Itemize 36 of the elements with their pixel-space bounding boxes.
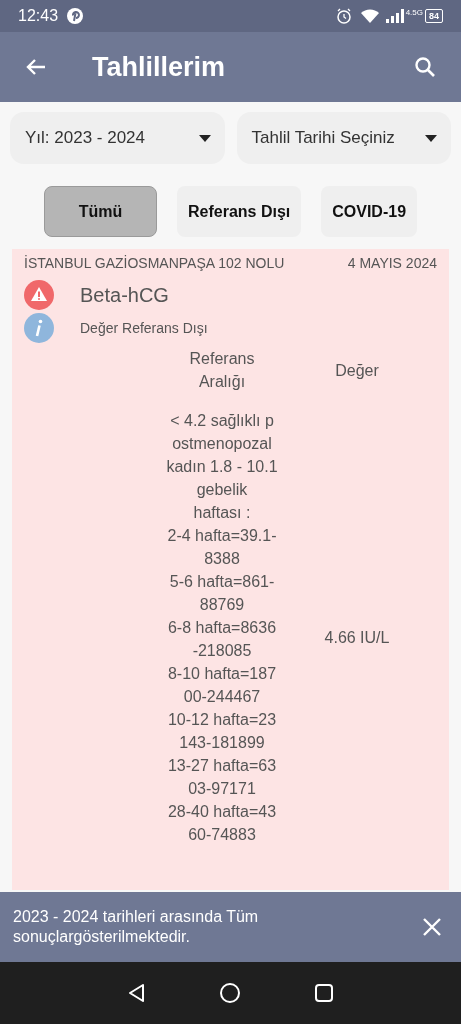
reference-range: haftası : bbox=[193, 503, 251, 523]
reference-range: ostmenopozal bbox=[172, 434, 272, 454]
reference-range: 00-244467 bbox=[183, 687, 261, 707]
reference-range: 8-10 hafta=187 bbox=[167, 664, 277, 684]
reference-range: 28-40 hafta=43 bbox=[167, 802, 277, 822]
reference-range: 8388 bbox=[204, 549, 240, 569]
reference-range: kadın 1.8 - 10.1 bbox=[166, 457, 278, 477]
result-note: Değer Referans Dışı bbox=[80, 318, 208, 338]
filter-tab[interactable]: Referans Dışı bbox=[176, 186, 302, 237]
battery-level: 84 bbox=[425, 9, 443, 23]
reference-range: 88769 bbox=[199, 595, 245, 615]
column-header: Referans Aralığı bbox=[188, 349, 256, 392]
test-name: Beta-hCG bbox=[80, 283, 169, 308]
reference-range: < 4.2 sağlıklı p bbox=[170, 411, 274, 431]
dropdown[interactable]: Yıl: 2023 - 2024 bbox=[10, 112, 225, 164]
reference-range: 6-8 hafta=8636 bbox=[167, 618, 277, 638]
lab-name: İSTANBUL GAZİOSMANPAŞA 102 NOLU bbox=[24, 254, 285, 273]
result-value: 4.66 IU/L bbox=[324, 628, 390, 648]
page-title: Tahlillerim bbox=[92, 50, 227, 84]
network-type: 4.5G bbox=[405, 7, 423, 19]
column-header: Değer bbox=[335, 361, 379, 381]
reference-range: 10-12 hafta=23 bbox=[167, 710, 277, 730]
reference-range: 5-6 hafta=861- bbox=[169, 572, 275, 592]
reference-range: 2-4 hafta=39.1- bbox=[167, 526, 277, 546]
status-time: 12:43 bbox=[18, 6, 59, 26]
reference-range: 143-181899 bbox=[179, 733, 265, 753]
filter-tab[interactable]: Tümü bbox=[43, 186, 157, 237]
reference-range: 13-27 hafta=63 bbox=[167, 756, 277, 776]
reference-range: 03-97171 bbox=[188, 779, 256, 799]
snackbar-message: 2023 - 2024 tarihleri arasında Tüm sonuçlargösterilmektedir. bbox=[13, 907, 260, 947]
result-date: 4 MAYIS 2024 bbox=[347, 254, 437, 273]
reference-range: 60-74883 bbox=[188, 825, 256, 845]
dropdown[interactable]: Tahlil Tarihi Seçiniz bbox=[236, 112, 451, 164]
filter-tab[interactable]: COVID-19 bbox=[321, 186, 418, 237]
reference-range: -218085 bbox=[192, 641, 252, 661]
reference-range: gebelik bbox=[196, 480, 248, 500]
